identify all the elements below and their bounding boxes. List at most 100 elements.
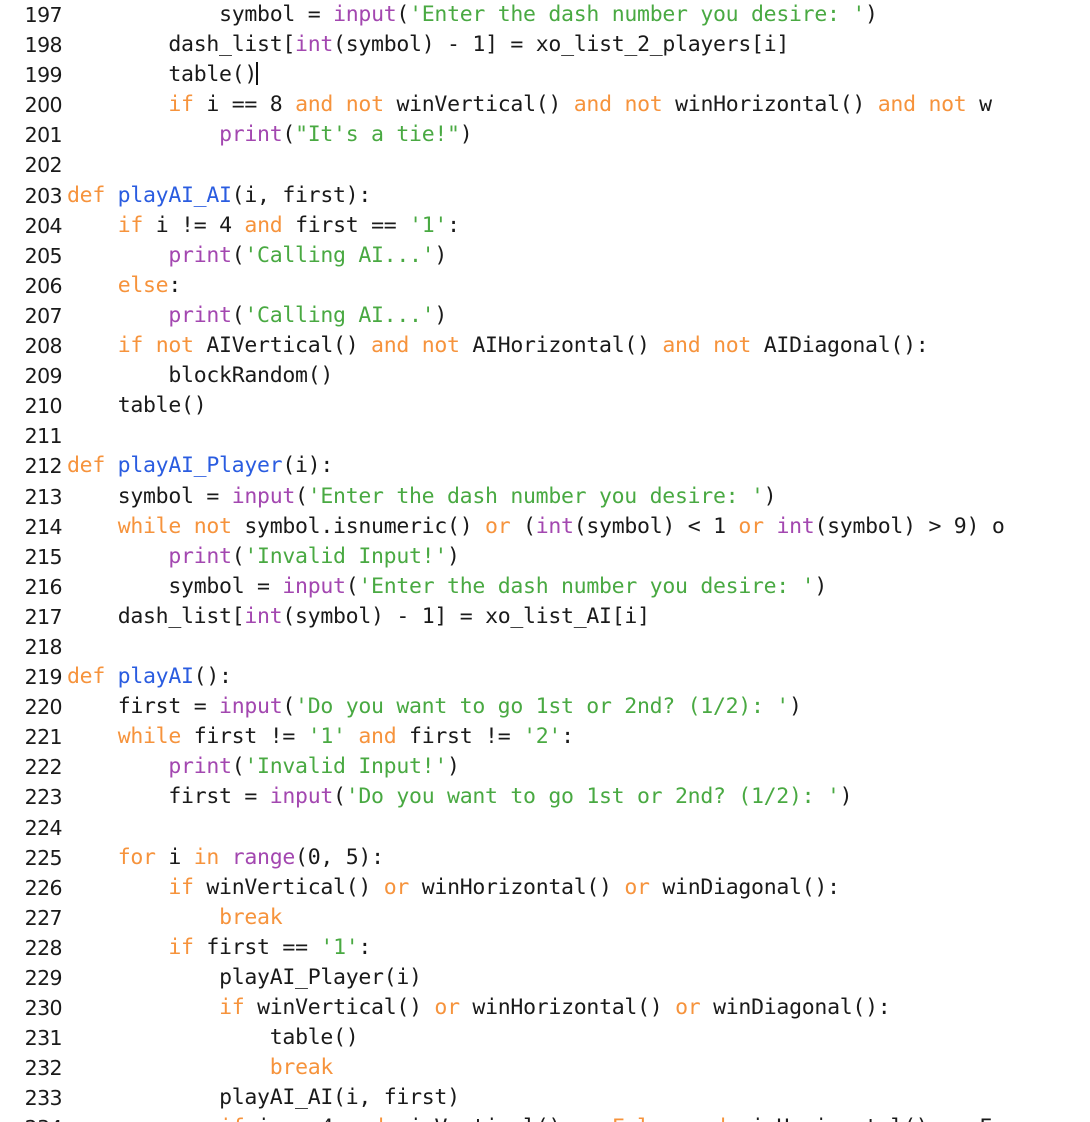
- line-number: 212: [24, 454, 63, 479]
- line-number: 198: [24, 33, 63, 58]
- code-line[interactable]: 202: [0, 150, 1090, 180]
- code-line[interactable]: 219 def playAI():: [0, 662, 1090, 692]
- code-line-content[interactable]: first = input('Do you want to go 1st or …: [67, 692, 802, 722]
- code-line-content[interactable]: playAI_AI(i, first): [67, 1083, 460, 1113]
- code-line[interactable]: 224: [0, 813, 1090, 843]
- code-line-content[interactable]: first = input('Do you want to go 1st or …: [67, 782, 852, 812]
- line-number: 206: [24, 273, 63, 298]
- code-line[interactable]: 199 table(): [0, 60, 1090, 90]
- code-line[interactable]: 198 dash_list[int(symbol) - 1] = xo_list…: [0, 30, 1090, 60]
- code-line[interactable]: 229 playAI_Player(i): [0, 963, 1090, 993]
- line-number: 222: [24, 755, 63, 780]
- code-line-content[interactable]: table(): [67, 391, 207, 421]
- line-number: 218: [24, 634, 63, 659]
- code-line[interactable]: 216 symbol = input('Enter the dash numbe…: [0, 572, 1090, 602]
- code-line-content[interactable]: def playAI_AI(i, first):: [67, 181, 371, 211]
- code-line-content[interactable]: def playAI_Player(i):: [67, 451, 333, 481]
- code-line[interactable]: 208 if not AIVertical() and not AIHorizo…: [0, 331, 1090, 361]
- code-line[interactable]: 206 else:: [0, 271, 1090, 301]
- line-number: 210: [24, 394, 63, 419]
- code-line[interactable]: 201 print("It's a tie!"): [0, 120, 1090, 150]
- code-line-content[interactable]: table(): [67, 60, 259, 90]
- code-line-content[interactable]: if i == 4 and winVertical() == False and…: [67, 1113, 992, 1122]
- code-line[interactable]: 226 if winVertical() or winHorizontal() …: [0, 873, 1090, 903]
- line-number: 223: [24, 785, 63, 810]
- code-line-content[interactable]: symbol = input('Enter the dash number yo…: [67, 482, 777, 512]
- code-line[interactable]: 200 if i == 8 and not winVertical() and …: [0, 90, 1090, 120]
- line-number: 215: [24, 544, 63, 569]
- code-line[interactable]: 222 print('Invalid Input!'): [0, 752, 1090, 782]
- line-number: 207: [24, 303, 63, 328]
- code-line[interactable]: 231 table(): [0, 1023, 1090, 1053]
- line-number: 226: [24, 875, 63, 900]
- code-line[interactable]: 220 first = input('Do you want to go 1st…: [0, 692, 1090, 722]
- code-line-content[interactable]: print('Invalid Input!'): [67, 542, 460, 572]
- line-number: 233: [24, 1086, 63, 1111]
- code-line-content[interactable]: if winVertical() or winHorizontal() or w…: [67, 873, 840, 903]
- code-line-content[interactable]: def playAI():: [67, 662, 232, 692]
- code-line[interactable]: 207 print('Calling AI...'): [0, 301, 1090, 331]
- code-line[interactable]: 233 playAI_AI(i, first): [0, 1083, 1090, 1113]
- code-line-content[interactable]: blockRandom(): [67, 361, 333, 391]
- code-line-content[interactable]: break: [67, 903, 283, 933]
- code-editor[interactable]: 197 symbol = input('Enter the dash numbe…: [0, 0, 1090, 1122]
- code-line[interactable]: 210 table(): [0, 391, 1090, 421]
- code-line-content[interactable]: print("It's a tie!"): [67, 120, 473, 150]
- code-line[interactable]: 232 break: [0, 1053, 1090, 1083]
- code-line-content[interactable]: print('Calling AI...'): [67, 301, 447, 331]
- code-line-content[interactable]: print('Calling AI...'): [67, 241, 447, 271]
- code-line[interactable]: 225 for i in range(0, 5):: [0, 843, 1090, 873]
- line-number: 232: [24, 1056, 63, 1081]
- code-line-content[interactable]: print('Invalid Input!'): [67, 752, 460, 782]
- line-number: 231: [24, 1026, 63, 1051]
- code-line[interactable]: 218: [0, 632, 1090, 662]
- code-line[interactable]: 228 if first == '1':: [0, 933, 1090, 963]
- line-number: 224: [24, 815, 63, 840]
- code-line[interactable]: 213 symbol = input('Enter the dash numbe…: [0, 482, 1090, 512]
- code-line-content[interactable]: while not symbol.isnumeric() or (int(sym…: [67, 512, 1005, 542]
- line-number: 217: [24, 604, 63, 629]
- code-line-content[interactable]: table(): [67, 1023, 359, 1053]
- code-line[interactable]: 217 dash_list[int(symbol) - 1] = xo_list…: [0, 602, 1090, 632]
- line-number: 197: [24, 3, 63, 27]
- code-line[interactable]: 205 print('Calling AI...'): [0, 241, 1090, 271]
- code-line[interactable]: 215 print('Invalid Input!'): [0, 542, 1090, 572]
- code-line[interactable]: 211: [0, 421, 1090, 451]
- code-line-content[interactable]: symbol = input('Enter the dash number yo…: [67, 0, 878, 30]
- line-number: 208: [24, 334, 63, 359]
- code-line[interactable]: 221 while first != '1' and first != '2':: [0, 722, 1090, 752]
- code-line[interactable]: 212 def playAI_Player(i):: [0, 451, 1090, 481]
- code-line-content[interactable]: if i == 8 and not winVertical() and not …: [67, 90, 992, 120]
- code-line-content[interactable]: dash_list[int(symbol) - 1] = xo_list_AI[…: [67, 602, 650, 632]
- line-number: 204: [24, 213, 63, 238]
- code-line-content[interactable]: if first == '1':: [67, 933, 371, 963]
- code-line[interactable]: 227 break: [0, 903, 1090, 933]
- code-lines-container: 197 symbol = input('Enter the dash numbe…: [0, 0, 1090, 1122]
- line-number: 202: [24, 153, 63, 178]
- code-line-content[interactable]: symbol = input('Enter the dash number yo…: [67, 572, 827, 602]
- code-line-content[interactable]: dash_list[int(symbol) - 1] = xo_list_2_p…: [67, 30, 789, 60]
- line-number: 205: [24, 243, 63, 268]
- line-number: 213: [24, 484, 63, 509]
- code-line-content[interactable]: while first != '1' and first != '2':: [67, 722, 574, 752]
- code-line[interactable]: 197 symbol = input('Enter the dash numbe…: [0, 0, 1090, 30]
- code-line[interactable]: 234 if i == 4 and winVertical() == False…: [0, 1113, 1090, 1122]
- code-line[interactable]: 209 blockRandom(): [0, 361, 1090, 391]
- line-number: 229: [24, 966, 63, 990]
- code-line[interactable]: 223 first = input('Do you want to go 1st…: [0, 782, 1090, 812]
- code-line-content[interactable]: break: [67, 1053, 334, 1083]
- code-line[interactable]: 230 if winVertical() or winHorizontal() …: [0, 993, 1090, 1023]
- code-line-content[interactable]: if i != 4 and first == '1':: [67, 211, 460, 241]
- code-line-content[interactable]: if winVertical() or winHorizontal() or w…: [67, 993, 891, 1023]
- line-number: 219: [24, 665, 63, 690]
- code-line[interactable]: 204 if i != 4 and first == '1':: [0, 211, 1090, 241]
- code-line[interactable]: 203 def playAI_AI(i, first):: [0, 181, 1090, 211]
- line-number: 203: [24, 183, 63, 208]
- line-number: 214: [24, 514, 63, 539]
- line-number: 228: [24, 935, 63, 960]
- code-line-content[interactable]: else:: [67, 271, 182, 301]
- code-line-content[interactable]: for i in range(0, 5):: [67, 843, 384, 873]
- code-line[interactable]: 214 while not symbol.isnumeric() or (int…: [0, 512, 1090, 542]
- code-line-content[interactable]: if not AIVertical() and not AIHorizontal…: [67, 331, 929, 361]
- code-line-content[interactable]: playAI_Player(i): [67, 963, 422, 993]
